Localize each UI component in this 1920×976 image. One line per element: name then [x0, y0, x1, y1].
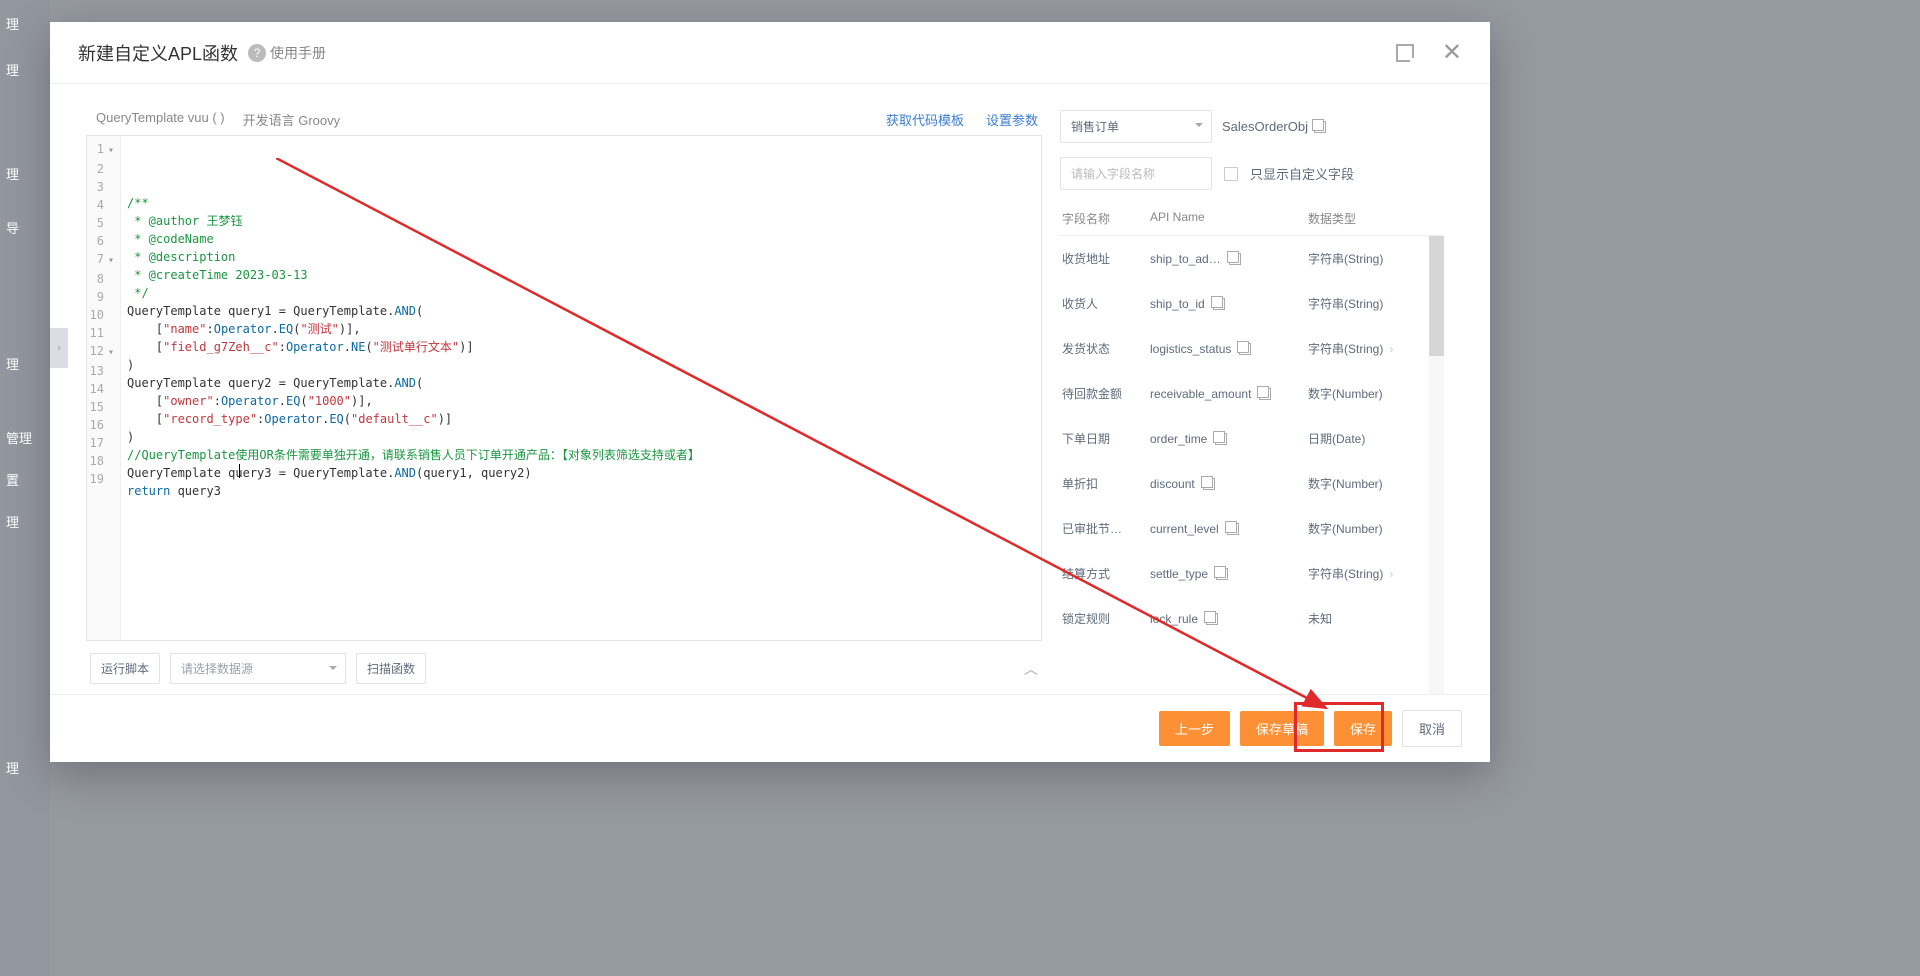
datasource-select[interactable]: 请选择数据源 — [170, 653, 346, 684]
chevron-right-icon[interactable]: › — [1389, 567, 1393, 581]
get-template-link[interactable]: 获取代码模板 — [886, 110, 964, 129]
bg-menu-item: 理 — [6, 164, 19, 183]
copy-icon[interactable] — [1239, 343, 1251, 355]
cancel-button[interactable]: 取消 — [1402, 710, 1462, 747]
copy-icon[interactable] — [1203, 478, 1215, 490]
cell-data-type: 字符串(String) — [1308, 295, 1440, 312]
modal-header: 新建自定义APL函数 ? 使用手册 ✕ — [50, 22, 1490, 84]
save-button[interactable]: 保存 — [1334, 711, 1392, 746]
cell-field-name: 单折扣 — [1062, 475, 1150, 492]
bg-menu-item: 管理 — [6, 428, 32, 447]
bg-menu-item: 导 — [6, 218, 19, 237]
bg-menu-item: 置 — [6, 470, 19, 489]
field-search-input[interactable]: 请输入字段名称 — [1060, 157, 1212, 190]
copy-icon[interactable] — [1229, 253, 1241, 265]
custom-only-checkbox[interactable] — [1224, 167, 1238, 181]
cell-field-name: 待回款金额 — [1062, 385, 1150, 402]
cell-data-type: 日期(Date) — [1308, 430, 1440, 447]
modal-body: QueryTemplate vuu ( ) 开发语言 Groovy 获取代码模板… — [50, 84, 1490, 694]
cell-data-type: 字符串(String)› — [1308, 565, 1440, 582]
cell-data-type: 数字(Number) — [1308, 385, 1440, 402]
scrollbar-thumb[interactable] — [1429, 236, 1444, 356]
table-body: 收货地址ship_to_ad…字符串(String)收货人ship_to_id字… — [1058, 236, 1444, 694]
close-icon[interactable]: ✕ — [1442, 41, 1462, 65]
cell-api-name: logistics_status — [1150, 342, 1308, 356]
cell-field-name: 下单日期 — [1062, 430, 1150, 447]
chevron-right-icon[interactable]: › — [1389, 342, 1393, 356]
table-row[interactable]: 收货地址ship_to_ad…字符串(String) — [1058, 236, 1444, 281]
copy-icon[interactable] — [1259, 388, 1271, 400]
cell-data-type: 字符串(String) — [1308, 250, 1440, 267]
cell-field-name: 发货状态 — [1062, 340, 1150, 357]
code-editor[interactable]: 1▾234567▾89101112▾13141516171819 /** * @… — [86, 135, 1042, 641]
scan-func-button[interactable]: 扫描函数 — [356, 653, 426, 684]
custom-only-label: 只显示自定义字段 — [1250, 164, 1354, 183]
cell-api-name: settle_type — [1150, 567, 1308, 581]
modal-dialog: 新建自定义APL函数 ? 使用手册 ✕ QueryTemplate vuu ( … — [50, 22, 1490, 762]
th-data-type: 数据类型 — [1308, 210, 1440, 227]
run-script-button[interactable]: 运行脚本 — [90, 653, 160, 684]
th-field-name: 字段名称 — [1062, 210, 1150, 227]
expand-icon[interactable] — [1396, 44, 1414, 62]
cell-api-name: order_time — [1150, 432, 1308, 446]
cell-field-name: 收货人 — [1062, 295, 1150, 312]
modal-title: 新建自定义APL函数 — [78, 40, 238, 66]
copy-icon[interactable] — [1206, 613, 1218, 625]
copy-icon[interactable] — [1216, 568, 1228, 580]
object-api-text: SalesOrderObj — [1222, 119, 1308, 134]
cell-api-name: lock_rule — [1150, 612, 1308, 626]
bg-menu-item: 理 — [6, 512, 19, 531]
cell-data-type: 数字(Number) — [1308, 475, 1440, 492]
copy-icon[interactable] — [1215, 433, 1227, 445]
cell-api-name: current_level — [1150, 522, 1308, 536]
code-area[interactable]: /** * @author 王梦钰 * @codeName * @descrip… — [121, 136, 1041, 640]
cell-api-name: ship_to_ad… — [1150, 252, 1308, 266]
object-api-label: SalesOrderObj — [1222, 119, 1326, 134]
cell-api-name: receivable_amount — [1150, 387, 1308, 401]
line-gutter: 1▾234567▾89101112▾13141516171819 — [87, 136, 121, 640]
cell-data-type: 未知 — [1308, 610, 1440, 627]
table-row[interactable]: 下单日期order_time日期(Date) — [1058, 416, 1444, 461]
table-header: 字段名称 API Name 数据类型 — [1058, 202, 1444, 236]
save-draft-button[interactable]: 保存草稿 — [1240, 711, 1324, 746]
th-api-name: API Name — [1150, 210, 1308, 227]
cell-api-name: discount — [1150, 477, 1308, 491]
bg-menu-item: 理 — [6, 354, 19, 373]
help-link[interactable]: ? 使用手册 — [248, 43, 326, 63]
text-cursor — [239, 464, 240, 478]
cell-field-name: 已审批节… — [1062, 520, 1150, 537]
set-params-link[interactable]: 设置参数 — [986, 110, 1038, 129]
table-row[interactable]: 发货状态logistics_status字符串(String)› — [1058, 326, 1444, 371]
panel-collapser[interactable]: › — [50, 328, 68, 368]
bg-menu-item: 理 — [6, 758, 19, 777]
help-icon: ? — [248, 44, 266, 62]
copy-icon[interactable] — [1314, 121, 1326, 133]
code-signature: QueryTemplate vuu ( ) — [96, 110, 225, 129]
cell-api-name: ship_to_id — [1150, 297, 1308, 311]
bg-menu-item: 理 — [6, 60, 19, 79]
cell-data-type: 字符串(String)› — [1308, 340, 1440, 357]
cell-data-type: 数字(Number) — [1308, 520, 1440, 537]
table-row[interactable]: 锁定规则lock_rule未知 — [1058, 596, 1444, 641]
table-row[interactable]: 单折扣discount数字(Number) — [1058, 461, 1444, 506]
table-row[interactable]: 已审批节…current_level数字(Number) — [1058, 506, 1444, 551]
field-side-panel: 销售订单 SalesOrderObj 请输入字段名称 只显示自定义字段 字段名称… — [1058, 110, 1444, 694]
table-row[interactable]: 收货人ship_to_id字符串(String) — [1058, 281, 1444, 326]
help-text: 使用手册 — [270, 43, 326, 63]
copy-icon[interactable] — [1213, 298, 1225, 310]
cell-field-name: 锁定规则 — [1062, 610, 1150, 627]
scrollbar[interactable] — [1429, 236, 1444, 694]
collapse-up-icon[interactable]: ︿ — [1024, 659, 1038, 679]
cell-field-name: 收货地址 — [1062, 250, 1150, 267]
bg-menu-item: 理 — [6, 14, 19, 33]
prev-button[interactable]: 上一步 — [1159, 711, 1230, 746]
copy-icon[interactable] — [1227, 523, 1239, 535]
modal-footer: 上一步 保存草稿 保存 取消 — [50, 694, 1490, 762]
cell-field-name: 结算方式 — [1062, 565, 1150, 582]
table-row[interactable]: 结算方式settle_type字符串(String)› — [1058, 551, 1444, 596]
table-row[interactable]: 待回款金额receivable_amount数字(Number) — [1058, 371, 1444, 416]
code-lang: 开发语言 Groovy — [243, 110, 341, 129]
object-select[interactable]: 销售订单 — [1060, 110, 1212, 143]
code-panel: QueryTemplate vuu ( ) 开发语言 Groovy 获取代码模板… — [86, 110, 1042, 694]
